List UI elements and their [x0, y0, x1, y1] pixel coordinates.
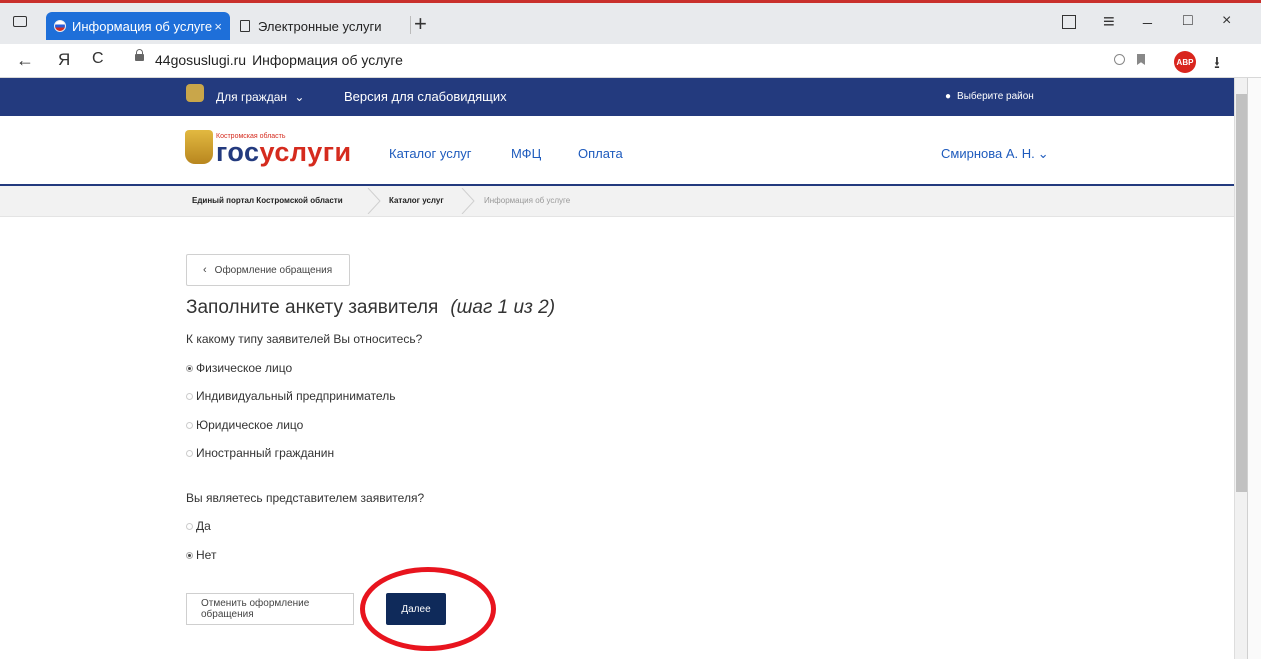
step-indicator: (шаг 1 из 2) — [450, 297, 556, 318]
url-page-title: Информация об услуге — [252, 52, 403, 68]
citizens-menu[interactable]: Для граждан ⌄ — [216, 90, 304, 104]
citizens-label: Для граждан — [216, 90, 288, 104]
radio-label: Юридическое лицо — [196, 418, 304, 432]
menu-payment[interactable]: Оплата — [578, 146, 623, 161]
gosuslugi-favicon-icon — [54, 20, 66, 32]
question-applicant-type: К какому типу заявителей Вы относитесь? — [186, 332, 423, 346]
search-icon[interactable] — [1114, 54, 1125, 65]
user-menu[interactable]: Смирнова А. Н. ⌄ — [941, 146, 1049, 162]
district-select[interactable]: ● Выберите район — [945, 91, 1034, 102]
red-highlight-circle — [360, 567, 496, 651]
tabs-overview-icon[interactable] — [1062, 15, 1076, 29]
chevron-down-icon: ⌄ — [294, 90, 305, 104]
radio-foreign-citizen[interactable]: Иностранный гражданин — [186, 446, 334, 460]
reload-icon[interactable]: C — [92, 50, 104, 68]
window-edge — [1247, 78, 1261, 659]
breadcrumb-portal[interactable]: Единый портал Костромской области — [192, 196, 343, 205]
yandex-logo-icon[interactable]: Я — [58, 50, 70, 70]
location-pin-icon: ● — [945, 91, 952, 102]
sidebar-toggle-icon[interactable] — [13, 16, 27, 27]
visually-impaired-link[interactable]: Версия для слабовидящих — [344, 89, 507, 104]
back-to-request-button[interactable]: ‹ Оформление обращения — [186, 254, 350, 286]
back-label: Оформление обращения — [214, 264, 333, 276]
radio-label: Иностранный гражданин — [196, 446, 335, 460]
radio-individual[interactable]: Физическое лицо — [186, 361, 292, 375]
tab-divider — [410, 16, 411, 34]
lock-icon — [135, 49, 144, 61]
title-text: Заполните анкету заявителя — [186, 297, 439, 318]
page-title: Заполните анкету заявителя (шаг 1 из 2) — [186, 297, 555, 319]
adblock-icon[interactable]: ABP — [1174, 51, 1196, 73]
coat-of-arms-icon — [186, 84, 204, 102]
back-arrow-icon[interactable]: ← — [16, 50, 34, 71]
radio-label: Физическое лицо — [196, 361, 293, 375]
chevron-left-icon: ‹ — [203, 264, 207, 276]
tab-title: Электронные услуги — [258, 18, 382, 34]
radio-button[interactable] — [186, 551, 193, 559]
gosuslugi-logo[interactable]: госуслуги — [216, 137, 352, 168]
radio-button[interactable] — [186, 421, 193, 429]
district-label: Выберите район — [957, 91, 1034, 102]
breadcrumb — [0, 186, 1234, 217]
tab-service-info[interactable]: Информация об услуге × — [46, 12, 230, 40]
radio-button[interactable] — [186, 522, 193, 530]
tab-title: Информация об услуге — [72, 18, 213, 34]
breadcrumb-separator — [461, 188, 475, 214]
radio-button[interactable] — [186, 364, 193, 372]
tab-electronic-services[interactable]: Электронные услуги — [232, 12, 410, 40]
radio-button[interactable] — [186, 392, 193, 400]
scrollbar-thumb[interactable] — [1236, 94, 1247, 492]
radio-entrepreneur[interactable]: Индивидуальный предприниматель — [186, 389, 395, 403]
kostroma-emblem-icon — [185, 130, 213, 164]
breadcrumb-separator — [367, 188, 381, 214]
user-name: Смирнова А. Н. — [941, 146, 1035, 161]
menu-catalog[interactable]: Каталог услуг — [389, 146, 472, 161]
url-host: 44gosuslugi.ru — [155, 52, 247, 68]
document-icon — [240, 20, 250, 32]
radio-yes[interactable]: Да — [186, 519, 211, 533]
close-tab-icon[interactable]: × — [214, 19, 222, 34]
logo-gos: гос — [216, 137, 260, 167]
radio-label: Нет — [196, 548, 217, 562]
minimize-button[interactable]: _ — [1143, 8, 1152, 26]
chevron-down-icon: ⌄ — [1037, 146, 1049, 161]
new-tab-button[interactable]: + — [414, 12, 427, 36]
menu-mfc[interactable]: МФЦ — [511, 146, 541, 161]
maximize-button[interactable]: □ — [1183, 12, 1193, 30]
download-icon[interactable]: ⭳ — [1214, 50, 1220, 79]
radio-no[interactable]: Нет — [186, 548, 216, 562]
logo-uslugi: услуги — [259, 137, 352, 167]
question-representative: Вы являетесь представителем заявителя? — [186, 491, 425, 505]
close-window-button[interactable]: × — [1222, 12, 1231, 30]
menu-icon[interactable]: ≡ — [1103, 11, 1115, 34]
radio-label: Индивидуальный предприниматель — [196, 389, 396, 403]
cancel-request-button[interactable]: Отменить оформление обращения — [186, 593, 354, 625]
breadcrumb-catalog[interactable]: Каталог услуг — [389, 196, 444, 205]
radio-legal-entity[interactable]: Юридическое лицо — [186, 418, 303, 432]
radio-button[interactable] — [186, 449, 193, 457]
window-top-border — [0, 0, 1261, 3]
radio-label: Да — [196, 519, 211, 533]
breadcrumb-current: Информация об услуге — [484, 196, 571, 205]
url-field[interactable]: 44gosuslugi.ru Информация об услуге — [155, 52, 403, 68]
